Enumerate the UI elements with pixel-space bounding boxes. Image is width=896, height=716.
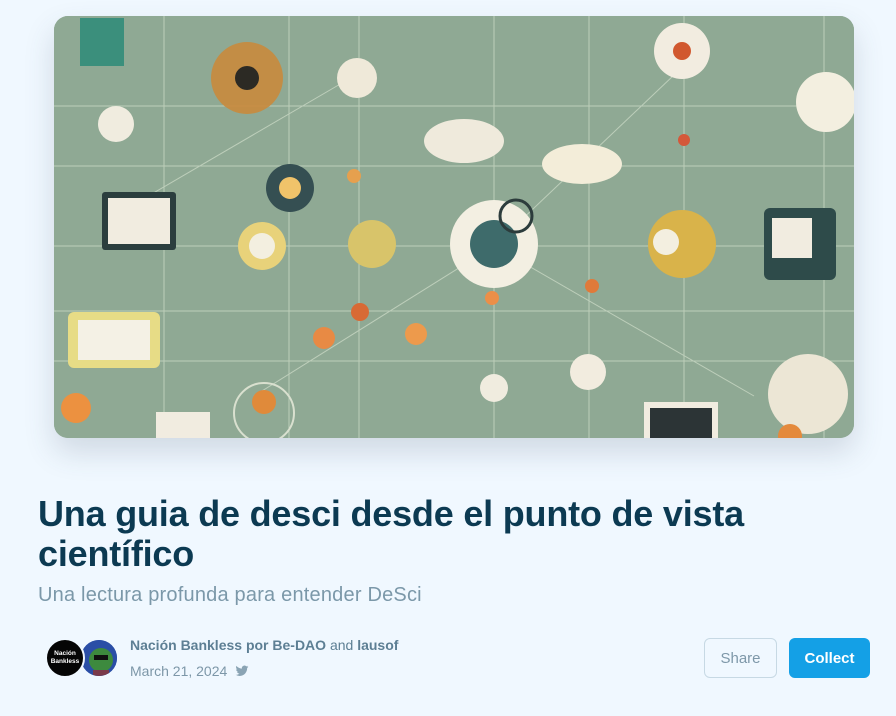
author-connector: and — [329, 637, 354, 653]
share-button[interactable]: Share — [704, 638, 777, 678]
twitter-icon[interactable] — [235, 664, 249, 678]
avatar-coauthor[interactable] — [79, 638, 119, 678]
coauthor-avatar-image — [81, 640, 117, 676]
avatar-text-line-1: Nación — [54, 650, 76, 657]
author-avatars: Nación Bankless — [45, 638, 121, 680]
collect-button[interactable]: Collect — [789, 638, 870, 678]
publication-link[interactable]: Nación Bankless por Be-DAO — [130, 637, 326, 653]
avatar-publication[interactable]: Nación Bankless — [45, 638, 85, 678]
page-title: Una guia de desci desde el punto de vist… — [38, 493, 744, 574]
page-subtitle: Una lectura profunda para entender DeSci — [38, 584, 422, 606]
publish-date: March 21, 2024 — [130, 663, 228, 679]
network-illustration — [54, 16, 854, 438]
hero-image — [54, 16, 854, 438]
coauthor-link[interactable]: lausof — [357, 637, 398, 653]
avatar-text-line-2: Bankless — [50, 658, 80, 665]
date-line: March 21, 2024 — [130, 663, 249, 679]
author-line: Nación Bankless por Be-DAO and lausof — [130, 637, 398, 653]
